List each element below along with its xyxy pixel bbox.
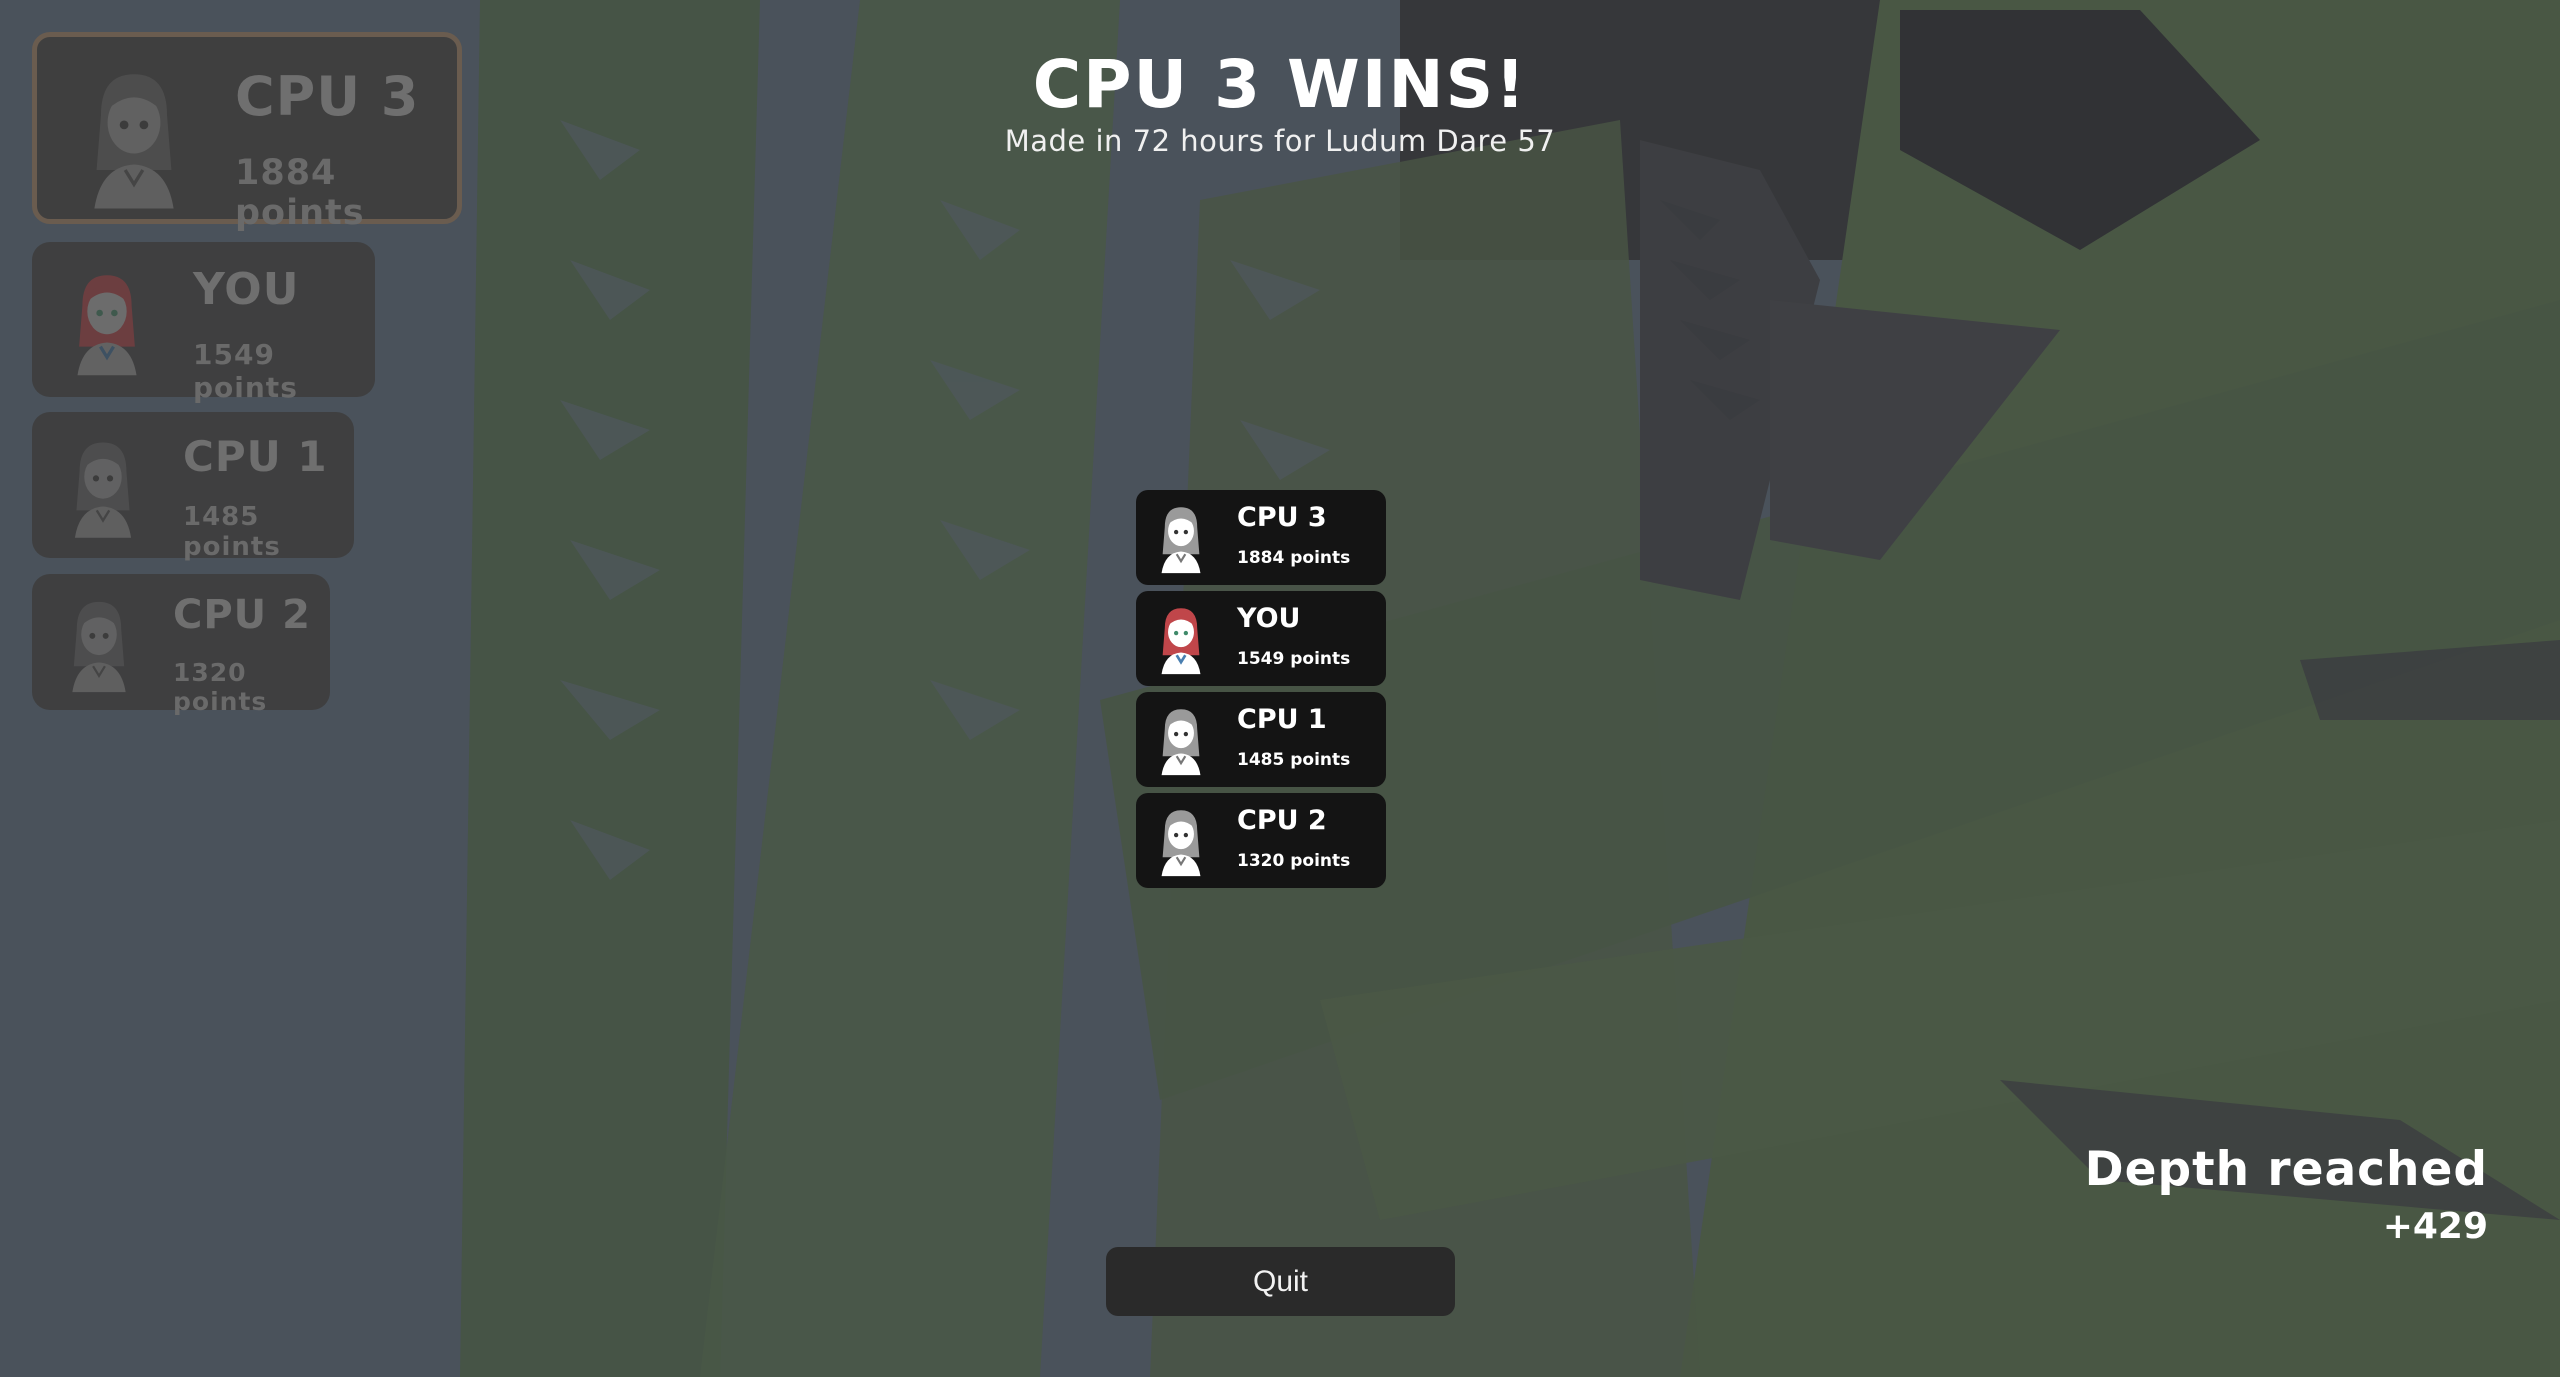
scoreboard-name: YOU [193, 264, 300, 315]
gray-hair-girl-icon [62, 594, 136, 694]
result-card-cpu3: CPU 3 1884 points [1136, 490, 1386, 585]
result-name: CPU 1 [1237, 704, 1327, 735]
credits-subtitle: Made in 72 hours for Ludum Dare 57 [1004, 124, 1556, 158]
result-card-cpu1: CPU 1 1485 points [1136, 692, 1386, 787]
result-points: 1320 points [1237, 851, 1351, 871]
depth-reached-value: +429 [2382, 1206, 2488, 1247]
scoreboard-name: CPU 2 [173, 592, 311, 638]
scoreboard-points: 1884 points [235, 153, 365, 233]
result-name: CPU 3 [1237, 502, 1327, 533]
result-points: 1549 points [1237, 649, 1351, 669]
depth-reached-label: Depth reached [2084, 1142, 2488, 1197]
gray-hair-girl-icon [1154, 502, 1208, 578]
scoreboard-card-you: YOU 1549 points [32, 242, 375, 404]
result-card-cpu2: CPU 2 1320 points [1136, 793, 1386, 888]
scoreboard-card-cpu1: CPU 1 1485 points [32, 412, 354, 562]
scoreboard-name: CPU 1 [183, 432, 328, 481]
quit-button[interactable]: Quit [1106, 1247, 1455, 1316]
gray-hair-girl-icon [1154, 805, 1208, 881]
red-hair-girl-icon [1154, 603, 1208, 679]
red-hair-girl-icon [66, 266, 148, 378]
result-points: 1884 points [1237, 548, 1351, 568]
scoreboard-points: 1485 points [183, 502, 281, 562]
scoreboard-points: 1320 points [173, 658, 268, 716]
gray-hair-girl-icon [1154, 704, 1208, 780]
result-name: CPU 2 [1237, 805, 1327, 836]
result-name: YOU [1237, 603, 1301, 634]
gray-hair-girl-icon [64, 434, 142, 540]
scoreboard-points: 1549 points [193, 338, 298, 404]
winner-title: CPU 3 WINS! [1032, 46, 1528, 123]
result-card-you: YOU 1549 points [1136, 591, 1386, 686]
scoreboard-card-cpu2: CPU 2 1320 points [32, 574, 330, 716]
result-points: 1485 points [1237, 750, 1351, 770]
